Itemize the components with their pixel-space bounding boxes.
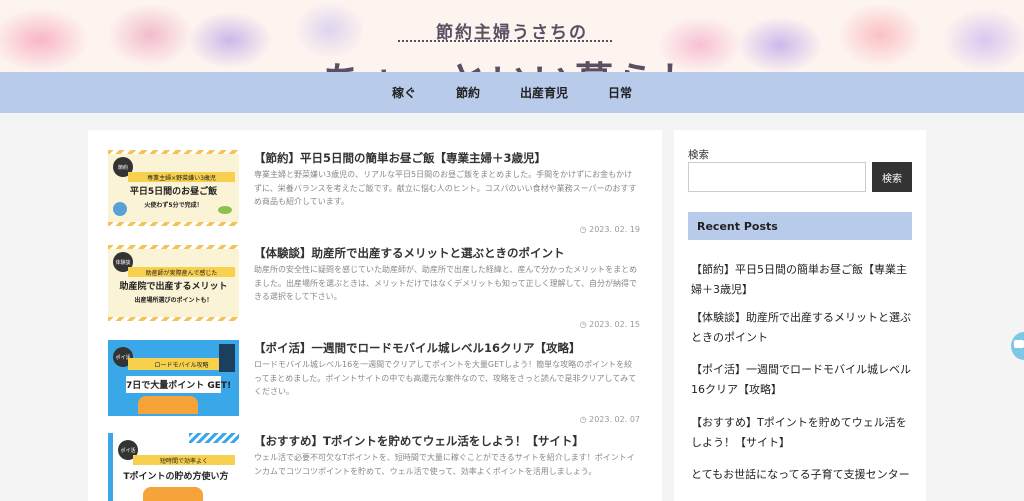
character-illustration-icon	[219, 344, 235, 372]
recent-posts-heading: Recent Posts	[688, 212, 912, 240]
post-item[interactable]: 節約 専業主婦×野菜嫌い3歳児 平日5日間のお昼ご飯 火使わず5分で完成！ 【節…	[108, 150, 648, 240]
post-excerpt: ウェル活で必要不可欠なTポイントを、短時間で大量に稼ぐことができるサイトを紹介し…	[254, 453, 635, 476]
site-title[interactable]: ちょっといい暮らし	[0, 50, 1024, 72]
post-item[interactable]: ポイ活 短時間で効率よく Tポイントの貯め方使い方 【おすすめ】Tポイントを貯め…	[108, 433, 648, 501]
chat-widget-button[interactable]	[1011, 332, 1024, 360]
recent-post-link[interactable]: 【体験談】助産所で出産するメリットと選ぶときのポイント	[691, 308, 915, 348]
recent-post-link[interactable]: 【おすすめ】Tポイントを貯めてウェル活をしよう！【サイト】	[691, 413, 915, 453]
search-button[interactable]: 検索	[872, 162, 912, 192]
recent-post-link[interactable]: 【節約】平日5日間の簡単お昼ご飯【専業主婦＋3歳児】	[691, 260, 915, 300]
thumb-band: 助産師が実際産んで感じた	[128, 267, 235, 277]
post-title[interactable]: 【ポイ活】一週間でロードモバイル城レベル16クリア【攻略】	[254, 340, 581, 356]
post-date: ◷ 2023. 02. 07	[579, 415, 640, 424]
post-date: ◷ 2023. 02. 19	[579, 225, 640, 234]
clock-icon: ◷	[579, 320, 590, 329]
subtitle-underline	[398, 40, 612, 44]
recent-post-link[interactable]: とてもお世話になってる子育て支援センター	[691, 465, 915, 485]
thumb-band: 専業主婦×野菜嫌い3歳児	[128, 172, 235, 182]
people-illustration-icon	[138, 396, 198, 414]
post-thumbnail[interactable]: 体験談 助産師が実際産んで感じた 助産院で出産するメリット 出産場所選びのポイン…	[108, 245, 239, 321]
thumb-title: Tポイントの貯め方使い方	[123, 472, 229, 482]
clock-illustration-icon	[113, 202, 127, 216]
post-thumbnail[interactable]: ポイ活 ロードモバイル攻略 7日で大量ポイント GET!	[108, 340, 239, 416]
nav-item-shussan[interactable]: 出産育児	[520, 84, 568, 101]
thumb-title: 7日で大量ポイント GET!	[126, 376, 231, 393]
thumb-band: 短時間で効率よく	[133, 455, 235, 465]
post-thumbnail[interactable]: ポイ活 短時間で効率よく Tポイントの貯め方使い方	[108, 433, 239, 501]
people-illustration-icon	[143, 487, 203, 501]
food-illustration-icon	[218, 206, 232, 214]
site-header: 節約主婦うさちの ちょっといい暮らし	[0, 0, 1024, 72]
post-item[interactable]: 体験談 助産師が実際産んで感じた 助産院で出産するメリット 出産場所選びのポイン…	[108, 245, 648, 335]
post-title[interactable]: 【節約】平日5日間の簡単お昼ご飯【専業主婦＋3歳児】	[254, 150, 546, 166]
search-input[interactable]	[688, 162, 866, 192]
thumb-title: 助産院で出産するメリット	[119, 282, 228, 292]
global-nav: 稼ぐ 節約 出産育児 日常	[0, 72, 1024, 113]
post-item[interactable]: ポイ活 ロードモバイル攻略 7日で大量ポイント GET! 【ポイ活】一週間でロー…	[108, 340, 648, 430]
nav-item-setsuyaku[interactable]: 節約	[456, 84, 480, 101]
recent-post-link[interactable]: 【ポイ活】一週間でロードモバイル城レベル16クリア【攻略】	[691, 360, 915, 400]
post-excerpt: 専業主婦と野菜嫌い3歳児の、リアルな平日5日間のお昼ご飯をまとめました。手間をか…	[254, 170, 637, 206]
nav-item-kasegu[interactable]: 稼ぐ	[392, 84, 416, 101]
post-title[interactable]: 【おすすめ】Tポイントを貯めてウェル活をしよう！【サイト】	[254, 433, 584, 449]
post-title[interactable]: 【体験談】助産所で出産するメリットと選ぶときのポイント	[254, 245, 565, 261]
nav-item-nichijou[interactable]: 日常	[608, 84, 632, 101]
search-label: 検索	[688, 149, 709, 161]
post-thumbnail[interactable]: 節約 専業主婦×野菜嫌い3歳児 平日5日間のお昼ご飯 火使わず5分で完成！	[108, 150, 239, 226]
thumb-subtitle: 出産場所選びのポイントも！	[134, 297, 213, 304]
clock-icon: ◷	[579, 225, 590, 234]
post-excerpt: 助産所の安全性に疑問を感じていた助産師が、助産所で出産した経緯と、産んで分かった…	[254, 265, 638, 301]
post-excerpt: ロードモバイル城レベル16を一週間でクリアしてポイントを大量GETしよう！簡単な…	[254, 360, 637, 396]
chat-icon	[1014, 340, 1024, 348]
sidebar: 検索 検索 Recent Posts 【節約】平日5日間の簡単お昼ご飯【専業主婦…	[674, 130, 926, 501]
clock-icon: ◷	[579, 415, 590, 424]
thumb-title: 平日5日間のお昼ご飯	[129, 187, 218, 197]
post-list: 節約 専業主婦×野菜嫌い3歳児 平日5日間のお昼ご飯 火使わず5分で完成！ 【節…	[88, 130, 662, 501]
post-date: ◷ 2023. 02. 15	[579, 320, 640, 329]
